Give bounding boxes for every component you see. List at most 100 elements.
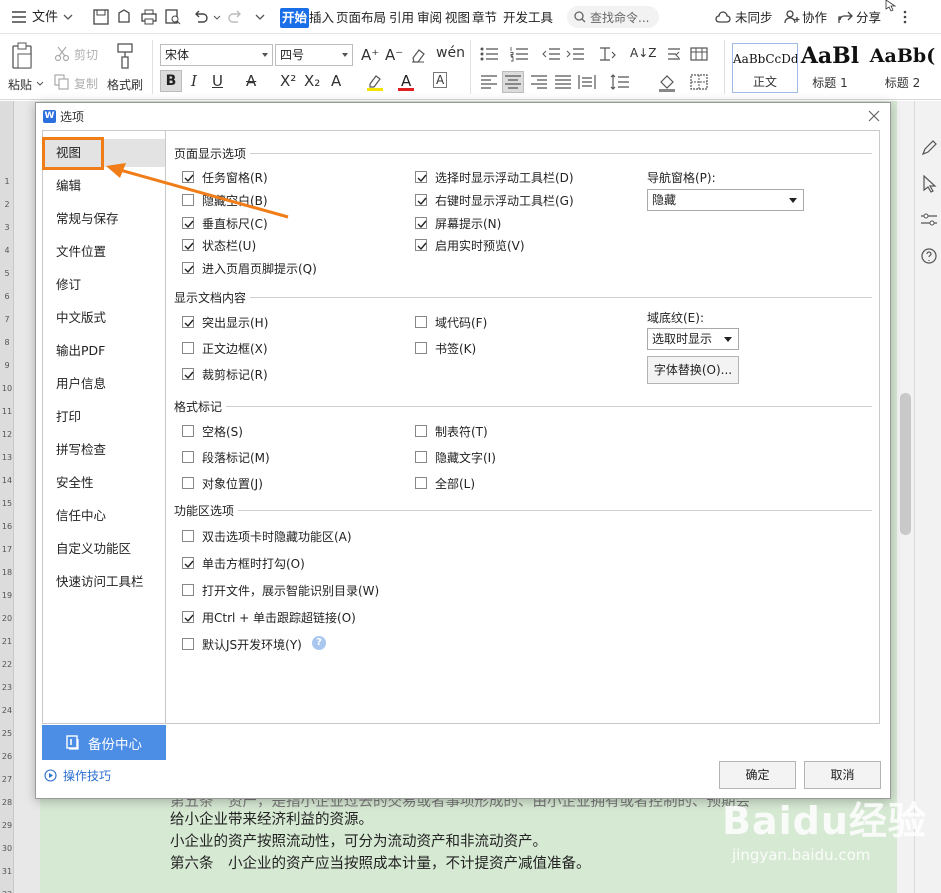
borders-icon[interactable] (690, 74, 708, 90)
tab-view[interactable]: 视图 (445, 8, 470, 28)
redo-icon[interactable] (226, 8, 244, 26)
justify-icon[interactable] (554, 74, 572, 90)
superscript-icon[interactable]: X² (280, 72, 296, 90)
file-menu[interactable]: 文件 (32, 8, 58, 28)
collaborate-button[interactable]: 协作 (802, 8, 827, 28)
text-effect-icon[interactable]: A (331, 72, 341, 90)
sidebar-item-export-pdf[interactable]: 输出PDF (43, 337, 165, 365)
line-spacing-icon[interactable] (610, 74, 630, 90)
bold-button[interactable]: B (160, 70, 182, 92)
tab-home[interactable]: 开始 (280, 8, 310, 28)
tab-insert[interactable]: 插入 (309, 8, 334, 28)
sidebar-item-trust-center[interactable]: 信任中心 (43, 502, 165, 530)
backup-center-button[interactable]: 备份中心 (42, 725, 166, 760)
chevron-down-icon[interactable] (62, 8, 80, 26)
field-shading-select[interactable]: 选取时显示 (647, 328, 739, 350)
sidebar-item-customize-ribbon[interactable]: 自定义功能区 (43, 535, 165, 563)
font-name-select[interactable]: 宋体 (160, 44, 273, 66)
sidebar-item-print[interactable]: 打印 (43, 403, 165, 431)
format-painter-button[interactable]: 格式刷 (107, 76, 143, 93)
align-left-icon[interactable] (480, 74, 498, 90)
sidebar-item-spell-check[interactable]: 拼写检查 (43, 436, 165, 464)
adjust-settings-icon[interactable] (920, 211, 938, 229)
more-dots-icon[interactable] (902, 8, 920, 26)
checkbox-box[interactable] (182, 584, 194, 596)
checkbox-box[interactable] (415, 477, 427, 489)
more-chevron-icon[interactable] (254, 8, 272, 26)
paste-button[interactable]: 粘贴 (8, 76, 32, 93)
increase-indent-icon[interactable] (566, 46, 584, 62)
checkbox-box[interactable] (182, 425, 194, 437)
checkbox-box[interactable] (415, 451, 427, 463)
sidebar-item-user-info[interactable]: 用户信息 (43, 370, 165, 398)
shading-fill-icon[interactable] (658, 74, 676, 92)
underline-icon[interactable]: U (212, 72, 223, 90)
cut-button[interactable]: 剪切 (74, 46, 98, 63)
scissors-icon[interactable] (54, 46, 70, 62)
tab-page-layout[interactable]: 页面布局 (336, 8, 386, 28)
scrollbar-thumb[interactable] (900, 393, 911, 535)
grow-font-icon[interactable]: A⁺ (361, 46, 379, 64)
checkbox-box[interactable] (415, 217, 427, 229)
checkbox-box[interactable] (415, 239, 427, 251)
cancel-button[interactable]: 取消 (804, 761, 881, 789)
cloud-sync-icon[interactable] (714, 8, 732, 26)
clear-format-icon[interactable] (410, 47, 426, 63)
paste-dropdown-icon[interactable] (36, 80, 44, 88)
table-grid-icon[interactable] (690, 46, 708, 62)
help-circle-icon[interactable] (920, 247, 938, 265)
checkbox-box[interactable] (415, 194, 427, 206)
tab-developer[interactable]: 开发工具 (503, 8, 553, 28)
tab-references[interactable]: 引用 (389, 8, 414, 28)
checkbox-box[interactable] (182, 530, 194, 542)
dialog-title-bar[interactable]: W 选项 (36, 103, 890, 129)
align-center-button[interactable] (502, 71, 524, 93)
align-right-icon[interactable] (530, 74, 548, 90)
collaborate-icon[interactable] (783, 8, 801, 26)
paste-icon[interactable] (10, 42, 34, 70)
tab-section[interactable]: 章节 (472, 8, 497, 28)
ok-button[interactable]: 确定 (719, 761, 796, 789)
checkbox-box[interactable] (182, 239, 194, 251)
checkbox-box[interactable] (415, 342, 427, 354)
style-normal[interactable]: AaBbCcDd 正文 (732, 43, 798, 93)
checkbox-box[interactable] (182, 342, 194, 354)
sidebar-item-chinese-layout[interactable]: 中文版式 (43, 304, 165, 332)
vertical-scrollbar[interactable] (897, 101, 914, 893)
checkbox-box[interactable] (182, 316, 194, 328)
format-painter-icon[interactable] (114, 42, 136, 70)
share-icon[interactable] (836, 8, 854, 26)
help-icon[interactable]: ? (312, 636, 326, 650)
font-color-icon[interactable]: A (398, 72, 416, 92)
checkbox-box[interactable] (415, 316, 427, 328)
checkbox-box[interactable] (182, 557, 194, 569)
char-shading-icon[interactable]: A (433, 72, 448, 88)
copy-button[interactable]: 复制 (74, 75, 98, 92)
style-heading-2[interactable]: AaBb( 标题 2 (864, 43, 941, 93)
distribute-icon[interactable] (578, 74, 596, 90)
sidebar-item-file-locations[interactable]: 文件位置 (43, 238, 165, 266)
style-heading-1[interactable]: AaBl 标题 1 (798, 43, 862, 93)
sidebar-item-revisions[interactable]: 修订 (43, 271, 165, 299)
bullet-list-icon[interactable] (480, 46, 498, 62)
checkbox-box[interactable] (415, 171, 427, 183)
checkbox-box[interactable] (182, 638, 194, 650)
highlight-icon[interactable] (366, 73, 384, 91)
undo-icon[interactable] (192, 8, 210, 26)
chinese-layout-icon[interactable] (598, 46, 616, 62)
output-icon[interactable] (116, 8, 134, 26)
pen-tool-icon[interactable] (920, 139, 938, 157)
checkbox-box[interactable] (182, 368, 194, 380)
font-substitution-button[interactable]: 字体替换(O)... (647, 356, 739, 384)
save-icon[interactable] (92, 8, 110, 26)
shrink-font-icon[interactable]: A⁻ (385, 46, 403, 64)
font-size-select[interactable]: 四号 (275, 44, 353, 66)
checkbox-box[interactable] (182, 611, 194, 623)
show-hide-marks-icon[interactable] (666, 46, 682, 62)
tab-review[interactable]: 审阅 (417, 8, 442, 28)
decrease-indent-icon[interactable] (542, 46, 560, 62)
share-button[interactable]: 分享 (856, 8, 881, 28)
sync-status[interactable]: 未同步 (735, 8, 773, 28)
subscript-icon[interactable]: X₂ (304, 72, 320, 90)
print-preview-icon[interactable] (164, 8, 182, 26)
